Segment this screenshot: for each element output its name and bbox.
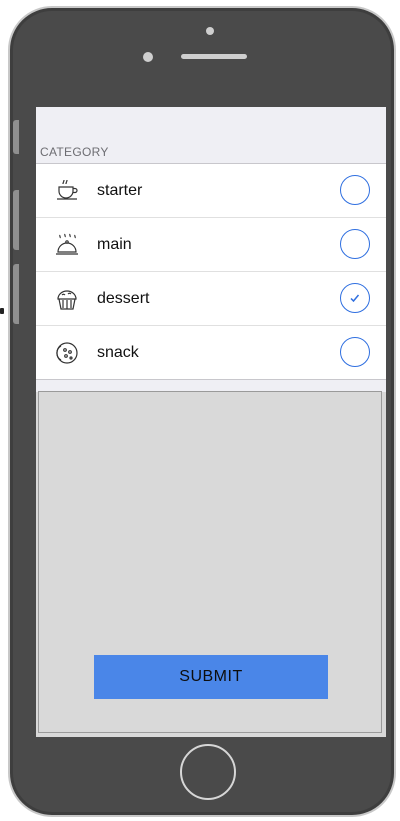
- front-camera: [206, 27, 214, 35]
- section-title: CATEGORY: [36, 141, 386, 164]
- category-label: snack: [97, 343, 139, 361]
- cupcake-icon: [53, 285, 81, 313]
- category-row-main[interactable]: main: [36, 218, 386, 272]
- checkmark-icon: [350, 294, 360, 303]
- cookie-icon: [53, 339, 81, 367]
- home-button[interactable]: [180, 744, 236, 800]
- phone-screen: CATEGORY starter main dessert snack SUBM…: [36, 107, 386, 737]
- category-row-snack[interactable]: snack: [36, 326, 386, 379]
- radio-main[interactable]: [340, 229, 370, 259]
- submit-button[interactable]: SUBMIT: [94, 655, 328, 699]
- volume-up-button: [13, 190, 19, 250]
- category-label: main: [97, 235, 132, 253]
- volume-down-button: [13, 264, 19, 324]
- proximity-sensor: [143, 52, 153, 62]
- earpiece-speaker: [181, 54, 247, 59]
- stage: CATEGORY starter main dessert snack SUBM…: [0, 0, 400, 821]
- radio-snack[interactable]: [340, 337, 370, 367]
- header-strip: [36, 107, 386, 141]
- teacup-icon: [53, 177, 81, 205]
- radio-dessert[interactable]: [340, 283, 370, 313]
- mute-switch: [13, 120, 19, 154]
- category-row-starter[interactable]: starter: [36, 164, 386, 218]
- cloche-icon: [53, 231, 81, 259]
- edge-mark: [0, 308, 4, 314]
- category-list: starter main dessert snack: [36, 164, 386, 379]
- radio-starter[interactable]: [340, 175, 370, 205]
- category-label: starter: [97, 181, 143, 199]
- category-row-dessert[interactable]: dessert: [36, 272, 386, 326]
- category-label: dessert: [97, 289, 150, 307]
